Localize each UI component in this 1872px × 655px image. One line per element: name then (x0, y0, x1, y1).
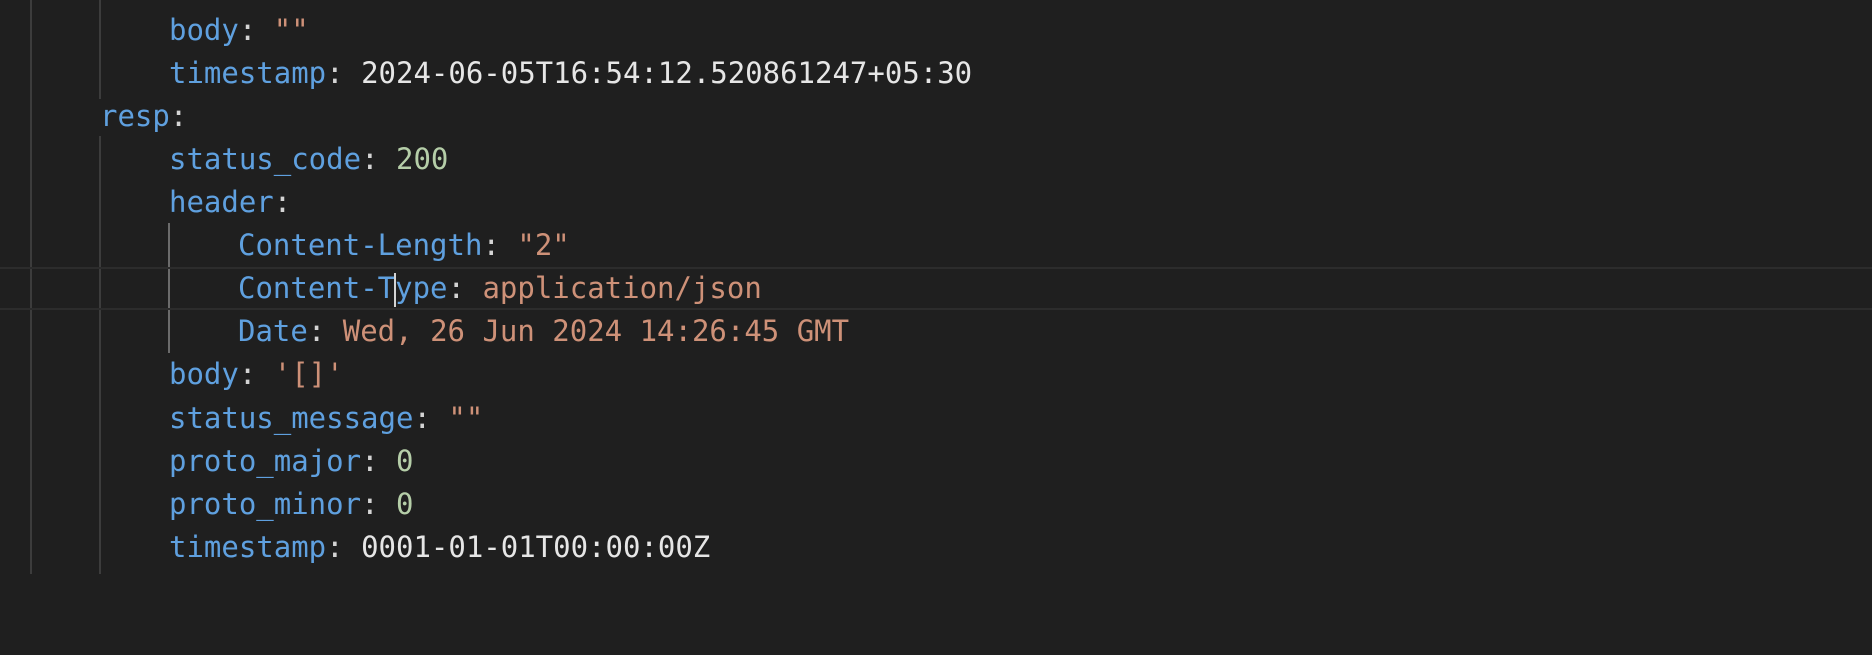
yaml-key: ype (395, 271, 448, 305)
yaml-value: "" (448, 401, 484, 435)
code-line[interactable]: timestamp: 2024-06-05T16:54:12.520861247… (0, 52, 1872, 95)
yaml-key: status_code (169, 142, 362, 176)
code-line[interactable]: proto_major: 0 (0, 440, 1872, 483)
code-line[interactable]: Content-Length: "2" (0, 224, 1872, 267)
yaml-key: proto_minor (169, 487, 362, 521)
yaml-key: body (169, 13, 239, 47)
yaml-value: Wed, 26 Jun 2024 14:26:45 GMT (342, 314, 850, 348)
yaml-key: Content-Length (238, 228, 483, 262)
yaml-value: 2024-06-05T16:54:12.520861247+05:30 (361, 56, 973, 90)
yaml-key: Content-T (238, 271, 396, 305)
yaml-key: Date (238, 314, 308, 348)
code-line[interactable]: header: (0, 181, 1872, 224)
code-line[interactable]: Date: Wed, 26 Jun 2024 14:26:45 GMT (0, 310, 1872, 353)
code-line[interactable]: resp: (0, 95, 1872, 138)
code-line[interactable]: status_code: 200 (0, 138, 1872, 181)
yaml-key: header (169, 185, 274, 219)
yaml-value: 200 (395, 142, 449, 176)
code-line[interactable]: proto_minor: 0 (0, 483, 1872, 526)
yaml-key: proto_major (169, 444, 362, 478)
yaml-value: "2" (517, 228, 570, 262)
yaml-key: timestamp (169, 530, 327, 564)
code-line-current[interactable]: Content-Type: application/json (0, 267, 1872, 310)
yaml-value: "" (273, 13, 309, 47)
code-editor[interactable]: body: "" timestamp: 2024-06-05T16:54:12.… (0, 0, 1872, 574)
yaml-key: timestamp (169, 56, 327, 90)
yaml-value: '[]' (273, 357, 344, 391)
yaml-value: 0 (395, 444, 414, 478)
yaml-key: body (169, 357, 239, 391)
yaml-key: status_message (169, 401, 414, 435)
code-line[interactable]: status_message: "" (0, 397, 1872, 440)
yaml-value: 0 (395, 487, 414, 521)
code-line[interactable]: timestamp: 0001-01-01T00:00:00Z (0, 526, 1872, 569)
code-line[interactable]: body: "" (0, 9, 1872, 52)
yaml-value: 0001-01-01T00:00:00Z (361, 530, 711, 564)
yaml-value: application/json (482, 271, 762, 305)
yaml-key: resp (100, 99, 170, 133)
code-line[interactable]: body: '[]' (0, 353, 1872, 396)
